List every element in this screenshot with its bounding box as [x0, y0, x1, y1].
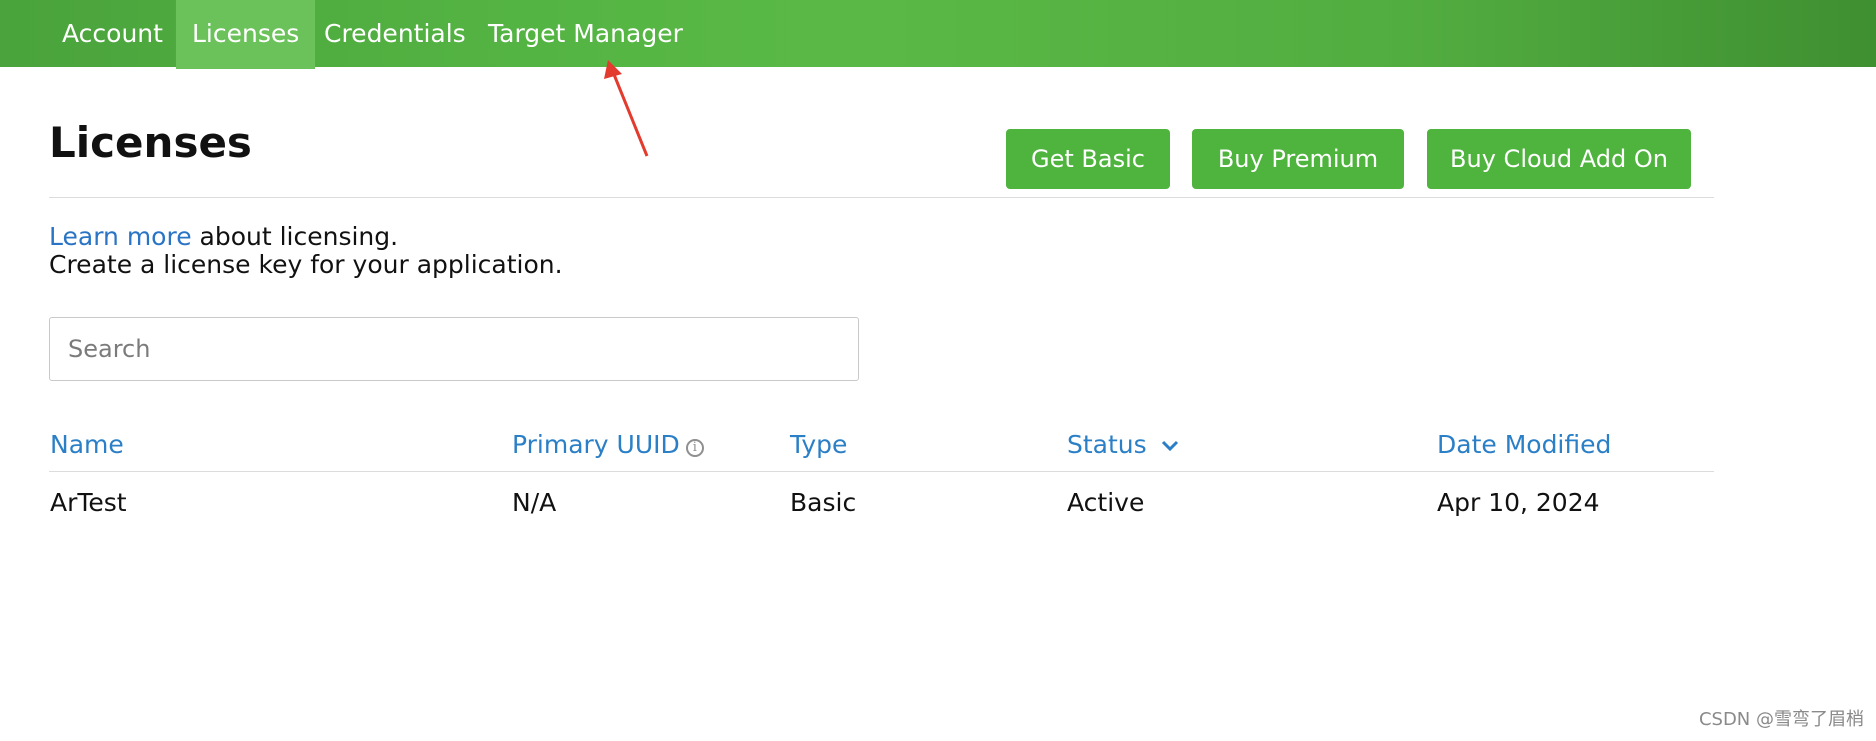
- intro-line-2: Create a license key for your applicatio…: [49, 250, 563, 279]
- watermark: CSDN @雪弯了眉梢: [1698, 709, 1864, 730]
- column-header-primary-uuid-label: Primary UUID: [512, 430, 680, 459]
- search-input[interactable]: Search: [49, 317, 859, 381]
- nav-item-licenses[interactable]: Licenses: [176, 0, 316, 69]
- header-divider: [49, 197, 1714, 198]
- nav-item-credentials[interactable]: Credentials: [324, 0, 466, 67]
- chevron-down-icon[interactable]: [1161, 440, 1179, 452]
- cell-primary-uuid: N/A: [512, 488, 557, 517]
- cell-name: ArTest: [50, 488, 127, 517]
- buy-premium-button[interactable]: Buy Premium: [1192, 129, 1404, 189]
- learn-more-link[interactable]: Learn more: [49, 222, 192, 251]
- nav-item-account[interactable]: Account: [62, 0, 163, 67]
- cell-status: Active: [1067, 488, 1145, 517]
- cell-type: Basic: [790, 488, 857, 517]
- column-header-status[interactable]: Status: [1067, 430, 1179, 459]
- nav-item-target-manager[interactable]: Target Manager: [488, 0, 683, 67]
- column-header-type[interactable]: Type: [790, 430, 847, 459]
- column-header-name[interactable]: Name: [50, 430, 124, 459]
- top-nav-bar: Account Licenses Credentials Target Mana…: [0, 0, 1876, 69]
- search-placeholder: Search: [68, 335, 151, 363]
- intro-text: about licensing.: [191, 222, 399, 251]
- column-header-primary-uuid[interactable]: Primary UUID i: [512, 430, 704, 459]
- info-icon[interactable]: i: [685, 439, 704, 457]
- cell-date-modified: Apr 10, 2024: [1437, 488, 1600, 517]
- table-header-divider: [49, 471, 1714, 472]
- page-title: Licenses: [49, 118, 252, 167]
- intro-line-1: Learn more about licensing.: [49, 222, 398, 251]
- buy-cloud-add-on-button[interactable]: Buy Cloud Add On: [1427, 129, 1691, 189]
- column-header-status-label: Status: [1067, 430, 1147, 459]
- column-header-date-modified[interactable]: Date Modified: [1437, 430, 1611, 459]
- get-basic-button[interactable]: Get Basic: [1006, 129, 1170, 189]
